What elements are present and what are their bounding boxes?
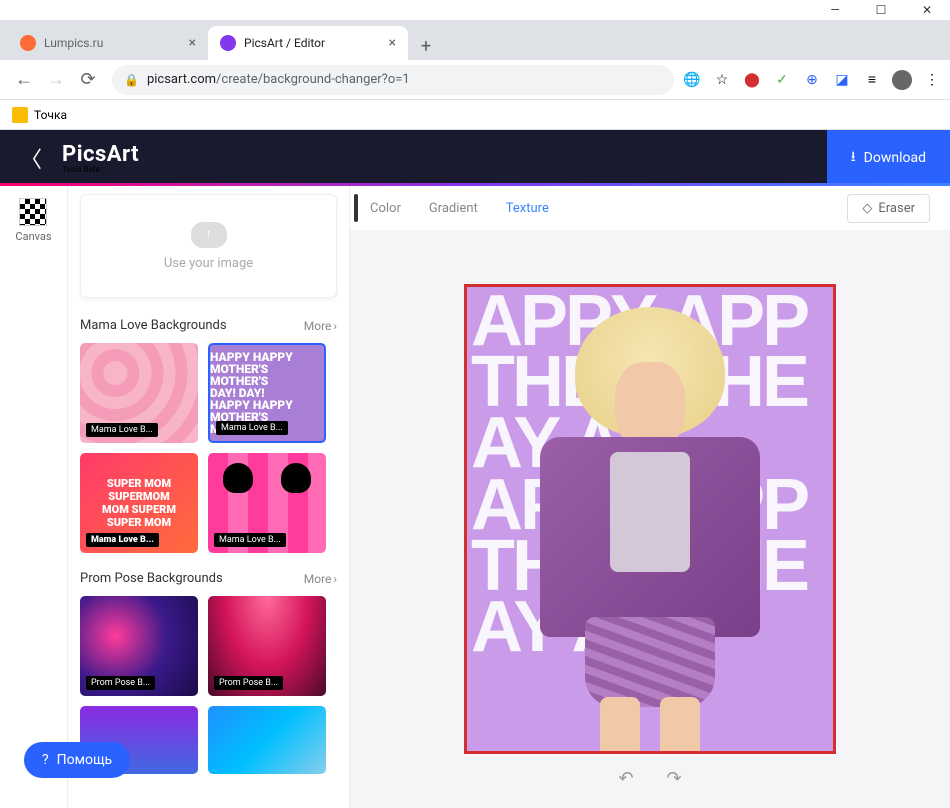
- upload-card[interactable]: Use your image: [80, 194, 337, 298]
- menu-icon[interactable]: ≡: [862, 70, 882, 90]
- section-title: Prom Pose Backgrounds: [80, 571, 223, 586]
- back-button[interactable]: ←: [8, 64, 40, 96]
- browser-tabs: Lumpics.ru × PicsArt / Editor × +: [0, 20, 950, 60]
- bg-thumb[interactable]: Mama Love B...: [80, 343, 198, 443]
- section-title: Mama Love Backgrounds: [80, 318, 227, 333]
- bg-thumb[interactable]: Prom Pose B...: [208, 596, 326, 696]
- bookmarks-bar: Точка: [0, 100, 950, 130]
- preview-image[interactable]: APPY APP THER THE AY A APPY APP THER THE…: [464, 284, 836, 754]
- app-logo: PicsArt Tools Beta: [62, 142, 139, 174]
- bookmark-item[interactable]: Точка: [34, 108, 67, 122]
- lock-icon: 🔒: [124, 73, 139, 87]
- url-domain: picsart.com: [147, 72, 216, 87]
- chevron-right-icon: ›: [333, 319, 337, 333]
- ext4-icon[interactable]: ◪: [832, 70, 852, 90]
- tab-title: Lumpics.ru: [44, 36, 103, 50]
- url-path: /create/background-changer?o=1: [216, 72, 410, 87]
- thumb-label: Prom Pose B...: [86, 676, 155, 690]
- ext1-icon[interactable]: ⬤: [742, 70, 762, 90]
- thumb-label: Mama Love B...: [86, 423, 158, 437]
- section-more-link[interactable]: More ›: [304, 572, 337, 586]
- tab-texture[interactable]: Texture: [506, 201, 549, 216]
- preview-subject: [510, 307, 790, 747]
- upload-text: Use your image: [164, 256, 253, 271]
- forward-button[interactable]: →: [40, 64, 72, 96]
- favicon-icon: [220, 35, 236, 51]
- star-icon[interactable]: ☆: [712, 70, 732, 90]
- canvas-area: Color Gradient Texture ◇ Eraser APPY APP…: [350, 186, 950, 808]
- bg-thumb[interactable]: [208, 706, 326, 774]
- thumb-label: Mama Love B...: [214, 533, 286, 547]
- left-rail: Canvas: [0, 186, 68, 808]
- translate-icon[interactable]: 🌐: [682, 70, 702, 90]
- ext2-icon[interactable]: ✓: [772, 70, 792, 90]
- section-header: Mama Love Backgrounds More ›: [80, 318, 337, 333]
- help-icon: ?: [42, 752, 49, 768]
- new-tab-button[interactable]: +: [412, 32, 440, 60]
- undo-button[interactable]: ↶: [612, 764, 640, 792]
- bg-thumb-selected[interactable]: HAPPY HAPPY MOTHER'S MOTHER'S DAY! DAY! …: [208, 343, 326, 443]
- bg-thumb[interactable]: SUPER MOM SUPERMOM MOM SUPERM SUPER MOM M…: [80, 453, 198, 553]
- tab-close-icon[interactable]: ×: [189, 35, 196, 51]
- download-icon: ⭳: [851, 146, 856, 170]
- address-bar[interactable]: 🔒 picsart.com/create/background-changer?…: [112, 65, 674, 95]
- eraser-label: Eraser: [878, 201, 915, 216]
- thumb-text: SUPER MOM SUPERMOM MOM SUPERM SUPER MOM: [102, 477, 176, 530]
- help-label: Помощь: [57, 752, 113, 768]
- app-back-button[interactable]: 〈: [20, 142, 42, 174]
- logo-text: PicsArt: [62, 142, 139, 167]
- section-header: Prom Pose Backgrounds More ›: [80, 571, 337, 586]
- section-more-link[interactable]: More ›: [304, 319, 337, 333]
- rail-label: Canvas: [15, 230, 51, 243]
- browser-tab-active[interactable]: PicsArt / Editor ×: [208, 26, 408, 60]
- thumb-label: Mama Love B...: [216, 421, 288, 435]
- favicon-icon: [20, 35, 36, 51]
- eraser-button[interactable]: ◇ Eraser: [847, 194, 930, 223]
- window-maximize[interactable]: ☐: [858, 0, 904, 20]
- rail-canvas[interactable]: Canvas: [15, 198, 51, 243]
- tab-title: PicsArt / Editor: [244, 36, 325, 50]
- redo-button[interactable]: ↷: [660, 764, 688, 792]
- thumb-label: Prom Pose B...: [214, 676, 283, 690]
- window-minimize[interactable]: —: [812, 0, 858, 20]
- tab-close-icon[interactable]: ×: [389, 35, 396, 51]
- profile-avatar[interactable]: [892, 70, 912, 90]
- cloud-upload-icon: [191, 222, 227, 248]
- download-label: Download: [864, 150, 926, 166]
- reload-button[interactable]: ⟳: [72, 64, 104, 96]
- extension-icons: 🌐 ☆ ⬤ ✓ ⊕ ◪ ≡ ⋮: [682, 70, 942, 90]
- app-header: 〈 PicsArt Tools Beta ⭳ Download: [0, 130, 950, 186]
- eraser-icon: ◇: [862, 201, 872, 216]
- window-close[interactable]: ✕: [904, 0, 950, 20]
- bookmark-folder-icon: [12, 107, 28, 123]
- bg-thumb[interactable]: Prom Pose B...: [80, 596, 198, 696]
- browser-tab[interactable]: Lumpics.ru ×: [8, 26, 208, 60]
- thumb-label: Mama Love B...: [86, 533, 159, 547]
- sidebar: Use your image Mama Love Backgrounds Mor…: [68, 186, 350, 808]
- download-button[interactable]: ⭳ Download: [827, 130, 950, 186]
- chevron-right-icon: ›: [333, 572, 337, 586]
- more-icon[interactable]: ⋮: [922, 70, 942, 90]
- canvas-stage[interactable]: APPY APP THER THE AY A APPY APP THER THE…: [350, 230, 950, 808]
- canvas-tabs: Color Gradient Texture ◇ Eraser: [350, 186, 950, 230]
- tab-color[interactable]: Color: [370, 201, 401, 216]
- tab-gradient[interactable]: Gradient: [429, 201, 478, 216]
- bg-thumb[interactable]: Mama Love B...: [208, 453, 326, 553]
- canvas-icon: [19, 198, 47, 226]
- url-text: picsart.com/create/background-changer?o=…: [147, 72, 410, 87]
- browser-toolbar: ← → ⟳ 🔒 picsart.com/create/background-ch…: [0, 60, 950, 100]
- help-button[interactable]: ? Помощь: [24, 742, 130, 778]
- ext3-icon[interactable]: ⊕: [802, 70, 822, 90]
